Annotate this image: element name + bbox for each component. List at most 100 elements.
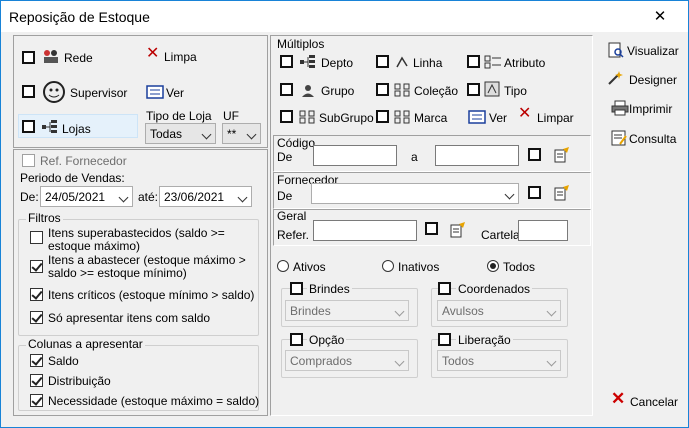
todos-radio[interactable] [487, 260, 499, 272]
selection-panel: Rede ✕ Limpa Supervisor Ver Lojas Tipo d… [13, 35, 268, 148]
filtro-criticos-checkbox[interactable] [30, 288, 43, 301]
filtro-saldo-checkbox[interactable] [30, 311, 43, 324]
filtro-saldo-label[interactable]: Só apresentar itens com saldo [48, 311, 210, 325]
codigo-from-input[interactable] [313, 145, 397, 166]
tipo-label[interactable]: Tipo [504, 84, 527, 98]
todos-label[interactable]: Todos [503, 260, 535, 274]
refer-checkbox[interactable] [425, 222, 438, 235]
subgroup-icon [299, 110, 315, 124]
coordenados-title[interactable]: Coordenados [456, 283, 533, 296]
filtro-superabastecidos-checkbox[interactable] [30, 231, 43, 244]
edit-list-icon[interactable] [553, 185, 571, 201]
edit-list-icon[interactable] [553, 147, 571, 163]
supervisor-label[interactable]: Supervisor [70, 86, 127, 100]
consulta-button[interactable]: Consulta [629, 132, 676, 146]
coluna-distribuicao-label[interactable]: Distribuição [48, 374, 111, 388]
imprimir-button[interactable]: Imprimir [629, 102, 672, 116]
coluna-saldo-label[interactable]: Saldo [48, 354, 79, 368]
coordenados-select[interactable]: Avulsos [437, 300, 561, 321]
marca-checkbox[interactable] [376, 110, 389, 123]
ver-button[interactable]: Ver [166, 86, 184, 100]
lojas-label[interactable]: Lojas [62, 122, 91, 136]
cartela-input[interactable] [518, 220, 568, 241]
filtros-title: Filtros [26, 211, 63, 225]
coluna-distribuicao-checkbox[interactable] [30, 374, 43, 387]
limpa-button[interactable]: Limpa [164, 50, 197, 64]
grupo-checkbox[interactable] [280, 83, 293, 96]
brindes-title[interactable]: Brindes [307, 283, 352, 296]
title-bar: Reposição de Estoque ✕ [1, 1, 688, 32]
limpa-x-icon[interactable]: ✕ [146, 46, 159, 62]
codigo-title: Código [277, 136, 316, 150]
liberacao-checkbox[interactable] [438, 333, 451, 346]
supervisor-checkbox[interactable] [22, 85, 35, 98]
refer-input[interactable] [313, 220, 417, 241]
linha-label[interactable]: Linha [413, 56, 442, 70]
codigo-to-input[interactable] [435, 145, 519, 166]
close-icon[interactable]: ✕ [652, 9, 668, 25]
coluna-necessidade-label[interactable]: Necessidade (estoque máximo = saldo) [48, 394, 259, 408]
ver-icon [468, 110, 486, 124]
linha-checkbox[interactable] [376, 55, 389, 68]
designer-button[interactable]: Designer [629, 73, 677, 87]
opcao-select[interactable]: Comprados [285, 350, 409, 371]
inativos-radio[interactable] [382, 260, 394, 272]
colecao-label[interactable]: Coleção [414, 84, 458, 98]
search-doc-icon [611, 130, 627, 146]
ref-fornecedor-label: Ref. Fornecedor [40, 154, 127, 168]
coordenados-checkbox[interactable] [438, 282, 451, 295]
fornecedor-select[interactable] [311, 183, 519, 204]
codigo-checkbox[interactable] [528, 148, 541, 161]
ativos-label[interactable]: Ativos [293, 260, 326, 274]
date-to-value: 23/06/2021 [164, 190, 225, 204]
limpar-x-icon[interactable]: ✕ [518, 106, 531, 122]
brindes-select[interactable]: Brindes [285, 300, 409, 321]
refer-label: Refer. [277, 228, 310, 242]
brindes-checkbox[interactable] [290, 282, 303, 295]
opcao-checkbox[interactable] [290, 333, 303, 346]
atributo-label[interactable]: Atributo [504, 56, 545, 70]
date-to-picker[interactable]: 23/06/2021 [159, 186, 252, 207]
uf-value: ** [227, 127, 237, 141]
filtro-superabastecidos-label[interactable]: Itens superabastecidos (saldo >= estoque… [48, 227, 248, 253]
fornecedor-checkbox[interactable] [528, 186, 541, 199]
visualizar-button[interactable]: Visualizar [627, 44, 679, 58]
window-title: Reposição de Estoque [9, 9, 150, 25]
rede-checkbox[interactable] [22, 51, 35, 64]
chevron-down-icon [504, 189, 515, 200]
multiplos-ver-button[interactable]: Ver [489, 111, 507, 125]
marca-label[interactable]: Marca [414, 111, 447, 125]
network-icon [44, 50, 58, 63]
filtro-criticos-label[interactable]: Itens críticos (estoque mínimo > saldo) [48, 288, 254, 302]
periodo-label: Periodo de Vendas: [20, 171, 125, 185]
ativos-radio[interactable] [277, 260, 289, 272]
liberacao-select[interactable]: Todos [437, 350, 561, 371]
inativos-label[interactable]: Inativos [398, 260, 439, 274]
rede-label[interactable]: Rede [64, 51, 93, 65]
uf-select[interactable]: ** [222, 123, 261, 144]
colecao-checkbox[interactable] [376, 83, 389, 96]
depto-label[interactable]: Depto [321, 56, 353, 70]
limpar-button[interactable]: Limpar [537, 111, 574, 125]
edit-list-icon[interactable] [449, 222, 467, 238]
subgrupo-checkbox[interactable] [280, 110, 293, 123]
subgrupo-label[interactable]: SubGrupo [319, 111, 374, 125]
tipo-checkbox[interactable] [467, 83, 480, 96]
ref-fornecedor-checkbox[interactable] [22, 154, 35, 167]
depto-checkbox[interactable] [280, 55, 293, 68]
atributo-checkbox[interactable] [467, 55, 480, 68]
colunas-title: Colunas a apresentar [26, 337, 145, 351]
filtro-abastecer-checkbox[interactable] [30, 260, 43, 273]
opcao-title[interactable]: Opção [307, 334, 347, 347]
filtro-abastecer-label[interactable]: Itens a abastecer (estoque máximo > sald… [48, 254, 253, 280]
liberacao-title[interactable]: Liberação [456, 334, 513, 347]
cancelar-button[interactable]: Cancelar [630, 395, 678, 409]
tipo-loja-select[interactable]: Todas [145, 123, 216, 144]
grupo-label[interactable]: Grupo [321, 84, 354, 98]
date-from-picker[interactable]: 24/05/2021 [40, 186, 133, 207]
multiplos-title: Múltiplos [277, 37, 325, 51]
de-label: De: [20, 190, 39, 204]
coluna-saldo-checkbox[interactable] [30, 354, 43, 367]
coluna-necessidade-checkbox[interactable] [30, 394, 43, 407]
lojas-checkbox[interactable] [22, 120, 35, 133]
